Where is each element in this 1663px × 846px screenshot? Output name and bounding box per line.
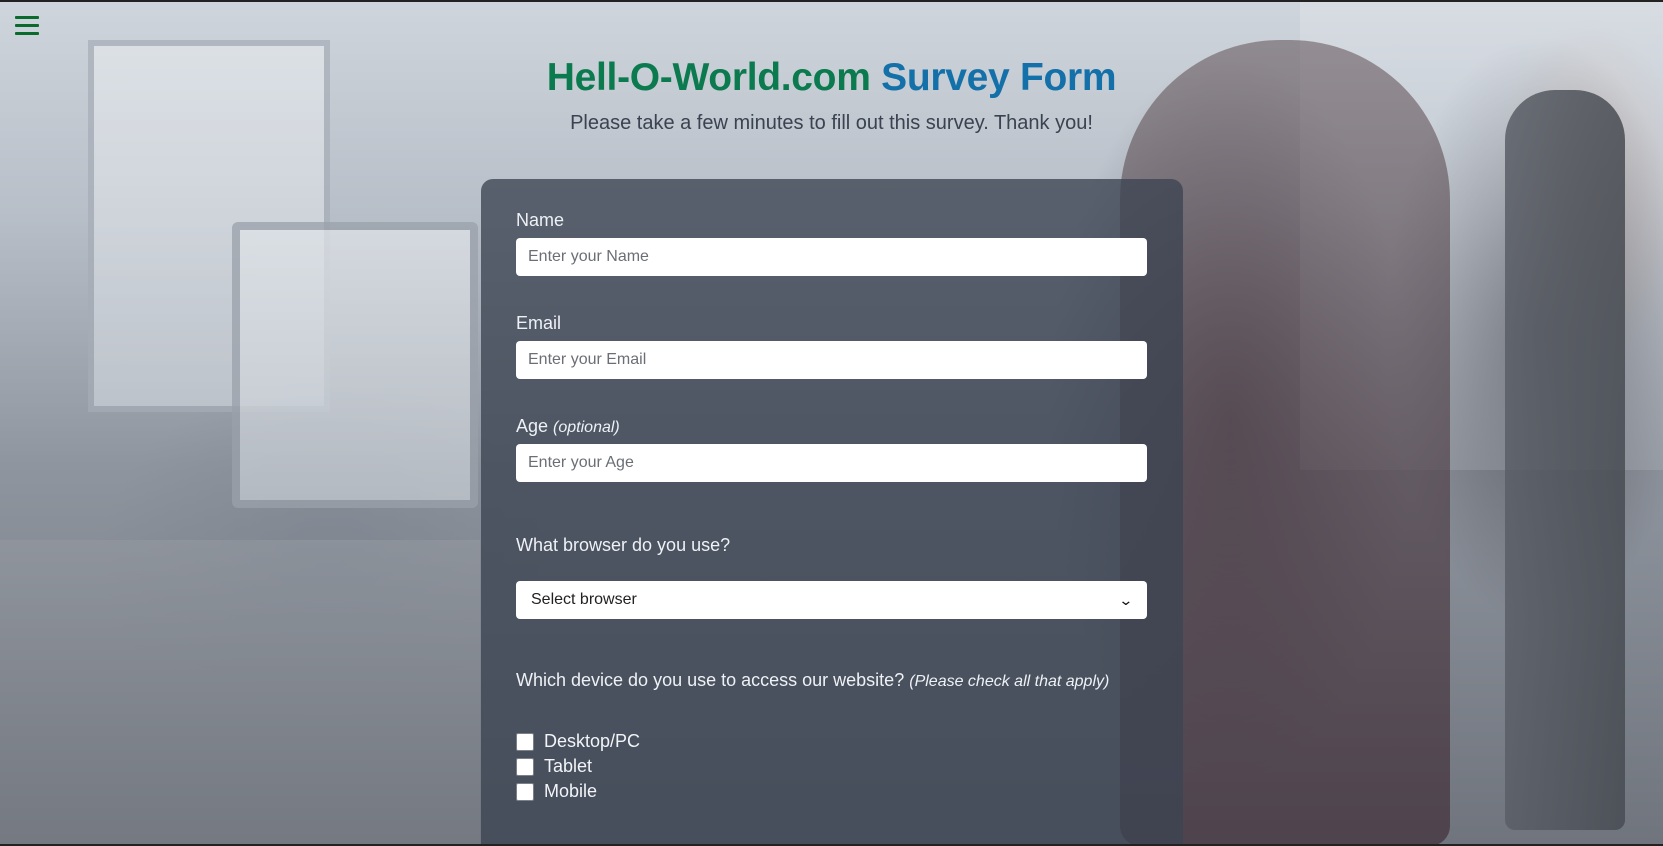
device-option-tablet[interactable]: Tablet xyxy=(516,756,592,777)
background-desk xyxy=(0,540,480,846)
browser-select-value: Select browser xyxy=(531,591,637,608)
device-option-mobile[interactable]: Mobile xyxy=(516,781,597,802)
page-title: Hell-O-World.com Survey Form xyxy=(0,56,1663,100)
mobile-checkbox[interactable] xyxy=(516,782,534,801)
title-site-name: Hell-O-World.com xyxy=(546,56,871,99)
mobile-checkbox-label: Mobile xyxy=(544,781,598,801)
tablet-checkbox-label: Tablet xyxy=(544,756,593,776)
background-laptop xyxy=(232,222,478,508)
email-label: Email xyxy=(516,313,561,334)
menu-bar xyxy=(15,23,39,27)
email-input[interactable] xyxy=(516,341,1147,379)
window-top-border xyxy=(0,0,1663,2)
browser-question: What browser do you use? xyxy=(516,535,730,556)
background-chair xyxy=(1505,90,1625,830)
age-input[interactable] xyxy=(516,444,1147,482)
page-header: Hell-O-World.com Survey Form Please take… xyxy=(0,56,1663,135)
desktop-checkbox-label: Desktop/PC xyxy=(544,731,641,751)
device-question-text: Which device do you use to access our we… xyxy=(516,670,905,690)
desktop-checkbox[interactable] xyxy=(516,732,534,751)
age-optional-note: (optional) xyxy=(553,419,620,436)
age-label-text: Age xyxy=(516,416,549,436)
email-label-text: Email xyxy=(516,313,562,333)
device-option-desktop[interactable]: Desktop/PC xyxy=(516,731,640,752)
hamburger-menu-icon[interactable] xyxy=(8,8,46,42)
device-question: Which device do you use to access our we… xyxy=(516,670,1116,692)
browser-select[interactable]: Select browser ⌄ xyxy=(516,581,1147,619)
page-subtitle: Please take a few minutes to fill out th… xyxy=(570,112,1093,134)
menu-bar xyxy=(15,15,39,19)
name-label: Name xyxy=(516,210,564,231)
survey-form: Name Email Age (optional) What browser d… xyxy=(481,179,1183,846)
name-input[interactable] xyxy=(516,238,1147,276)
title-form-name: Survey Form xyxy=(881,56,1117,99)
device-question-note: (Please check all that apply) xyxy=(909,673,1110,690)
age-label: Age (optional) xyxy=(516,416,620,437)
browser-question-text: What browser do you use? xyxy=(516,535,731,555)
menu-bar xyxy=(15,31,39,35)
tablet-checkbox[interactable] xyxy=(516,757,534,776)
chevron-down-icon: ⌄ xyxy=(1118,591,1134,608)
name-label-text: Name xyxy=(516,210,565,230)
